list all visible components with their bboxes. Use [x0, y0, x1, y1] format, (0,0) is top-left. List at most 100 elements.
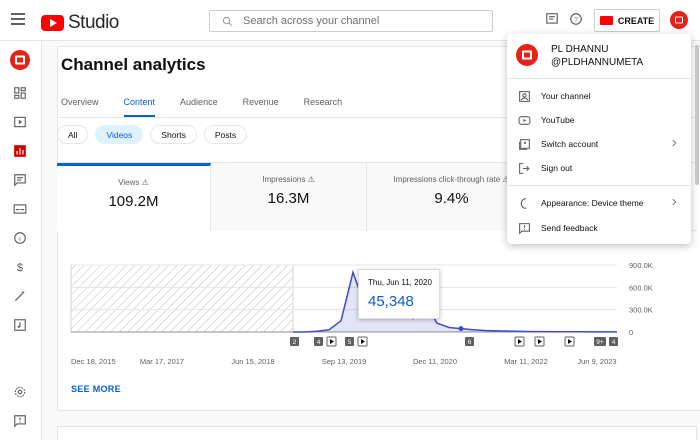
x-tick-label: Mar 11, 2022 — [504, 357, 548, 366]
menu-item-send-feedback[interactable]: Send feedback — [507, 216, 691, 240]
chip-shorts[interactable]: Shorts — [150, 125, 197, 144]
dashboard-icon[interactable] — [12, 85, 28, 101]
x-tick-label: Dec 11, 2020 — [413, 357, 457, 366]
tab-revenue[interactable]: Revenue — [243, 97, 279, 118]
menu-icon[interactable] — [11, 13, 25, 25]
youtube-logo-icon — [41, 15, 64, 31]
tooltip-value: 45,348 — [368, 293, 414, 310]
see-more-link[interactable]: SEE MORE — [71, 384, 121, 394]
audio-library-icon[interactable] — [12, 317, 28, 333]
create-button[interactable]: CREATE — [594, 9, 660, 32]
event-marker-label: 4 — [612, 339, 616, 346]
views-area — [293, 272, 617, 332]
content-icon[interactable] — [12, 114, 28, 130]
chevron-right-icon — [672, 198, 677, 206]
x-tick-label: Jun 15, 2018 — [231, 357, 274, 366]
event-marker[interactable]: 2 — [290, 337, 299, 346]
menu-item-label: YouTube — [541, 115, 575, 125]
help-icon[interactable]: ? — [569, 12, 583, 26]
metric-label: Impressions — [262, 175, 306, 184]
message-icon[interactable] — [545, 12, 559, 26]
metric-label-row: Views ⚠ — [57, 178, 210, 187]
search-input[interactable] — [243, 15, 473, 27]
event-markers: 2 4 5 6 9+ 4 — [290, 336, 618, 347]
video-marker[interactable] — [514, 336, 525, 347]
y-tick-label: 600.0K — [629, 283, 653, 292]
studio-logo[interactable]: Studio — [41, 12, 119, 34]
feedback-icon — [517, 221, 531, 235]
youtube-icon — [517, 113, 531, 127]
chevron-right-icon — [672, 139, 677, 147]
metric-label: Views — [118, 178, 140, 187]
page-title: Channel analytics — [61, 55, 206, 74]
menu-scrollbar[interactable] — [695, 45, 699, 185]
y-axis-ticks: 900.0K 600.0K 300.0K 0 — [629, 261, 653, 337]
person-icon — [517, 89, 531, 103]
x-tick-label: Dec 18, 2015 — [71, 357, 116, 366]
menu-item-label: Sign out — [541, 163, 573, 173]
event-marker[interactable]: 9+ — [594, 337, 606, 346]
event-marker[interactable]: 4 — [314, 337, 323, 346]
svg-text:?: ? — [574, 16, 578, 23]
event-marker-label: 4 — [317, 339, 321, 346]
feedback-icon[interactable] — [12, 413, 28, 429]
menu-item-switch-account[interactable]: Switch account — [507, 132, 691, 156]
logo-text: Studio — [68, 12, 119, 33]
search-icon — [222, 16, 232, 26]
chip-posts[interactable]: Posts — [203, 125, 248, 144]
account-avatar[interactable] — [670, 11, 688, 29]
x-tick-label: Mar 17, 2017 — [140, 357, 184, 366]
left-sidebar: c $ — [0, 41, 42, 440]
y-tick-label: 0 — [629, 328, 633, 337]
settings-icon[interactable] — [12, 384, 28, 400]
tab-content[interactable]: Content — [123, 97, 156, 118]
tab-research[interactable]: Research — [304, 97, 343, 118]
analytics-icon[interactable] — [12, 143, 28, 159]
chip-all[interactable]: All — [57, 125, 89, 144]
video-marker[interactable] — [357, 336, 368, 347]
earn-icon[interactable]: $ — [12, 259, 28, 275]
y-tick-label: 300.0K — [629, 306, 653, 315]
tab-audience[interactable]: Audience — [180, 97, 218, 118]
account-display-name: PL DHANNU — [551, 44, 609, 55]
channel-avatar[interactable] — [10, 50, 30, 70]
menu-avatar — [516, 44, 538, 66]
menu-item-sign-out[interactable]: Sign out — [507, 156, 691, 180]
tab-overview[interactable]: Overview — [61, 97, 99, 118]
video-marker[interactable] — [534, 336, 545, 347]
metric-views[interactable]: Views ⚠ 109.2M — [57, 163, 211, 231]
warning-icon: ⚠ — [307, 175, 315, 184]
video-marker[interactable] — [564, 336, 575, 347]
chip-videos[interactable]: Videos — [95, 125, 144, 144]
event-marker-label: 5 — [348, 339, 352, 346]
event-marker[interactable]: 5 — [345, 337, 354, 346]
warning-icon: ⚠ — [141, 178, 149, 187]
menu-item-your-channel[interactable]: Your channel — [507, 84, 691, 108]
account-handle: @PLDHANNUMETA — [551, 57, 644, 68]
search-box[interactable] — [209, 10, 493, 32]
tooltip-point — [458, 326, 464, 332]
copyright-icon[interactable]: c — [12, 230, 28, 246]
metric-value: 16.3M — [267, 190, 310, 207]
menu-divider — [507, 185, 691, 186]
comments-icon[interactable] — [12, 172, 28, 188]
menu-item-youtube[interactable]: YouTube — [507, 108, 691, 132]
menu-item-label: Appearance: Device theme — [541, 198, 644, 208]
event-marker[interactable]: 6 — [465, 337, 474, 346]
event-marker[interactable]: 4 — [609, 337, 618, 346]
menu-divider — [507, 78, 691, 79]
subtitles-icon[interactable] — [12, 201, 28, 217]
metric-label: Impressions click-through rate — [393, 175, 501, 184]
video-plus-icon — [599, 16, 613, 25]
metric-impressions[interactable]: Impressions ⚠ 16.3M — [211, 163, 367, 231]
customization-icon[interactable] — [12, 288, 28, 304]
chart-tooltip: Thu, Jun 11, 2020 45,348 — [358, 269, 440, 319]
menu-item-appearance[interactable]: Appearance: Device theme — [507, 191, 691, 215]
next-card — [57, 426, 697, 440]
metric-label-row: Impressions ⚠ — [211, 175, 366, 184]
video-marker[interactable] — [326, 336, 337, 347]
account-menu: PL DHANNU @PLDHANNUMETA Your channel You… — [507, 34, 691, 244]
account-name: PL DHANNU @PLDHANNUMETA — [551, 43, 643, 69]
content-type-chips: All Videos Shorts Posts — [57, 125, 254, 144]
x-tick-label: Sep 13, 2019 — [322, 357, 367, 366]
